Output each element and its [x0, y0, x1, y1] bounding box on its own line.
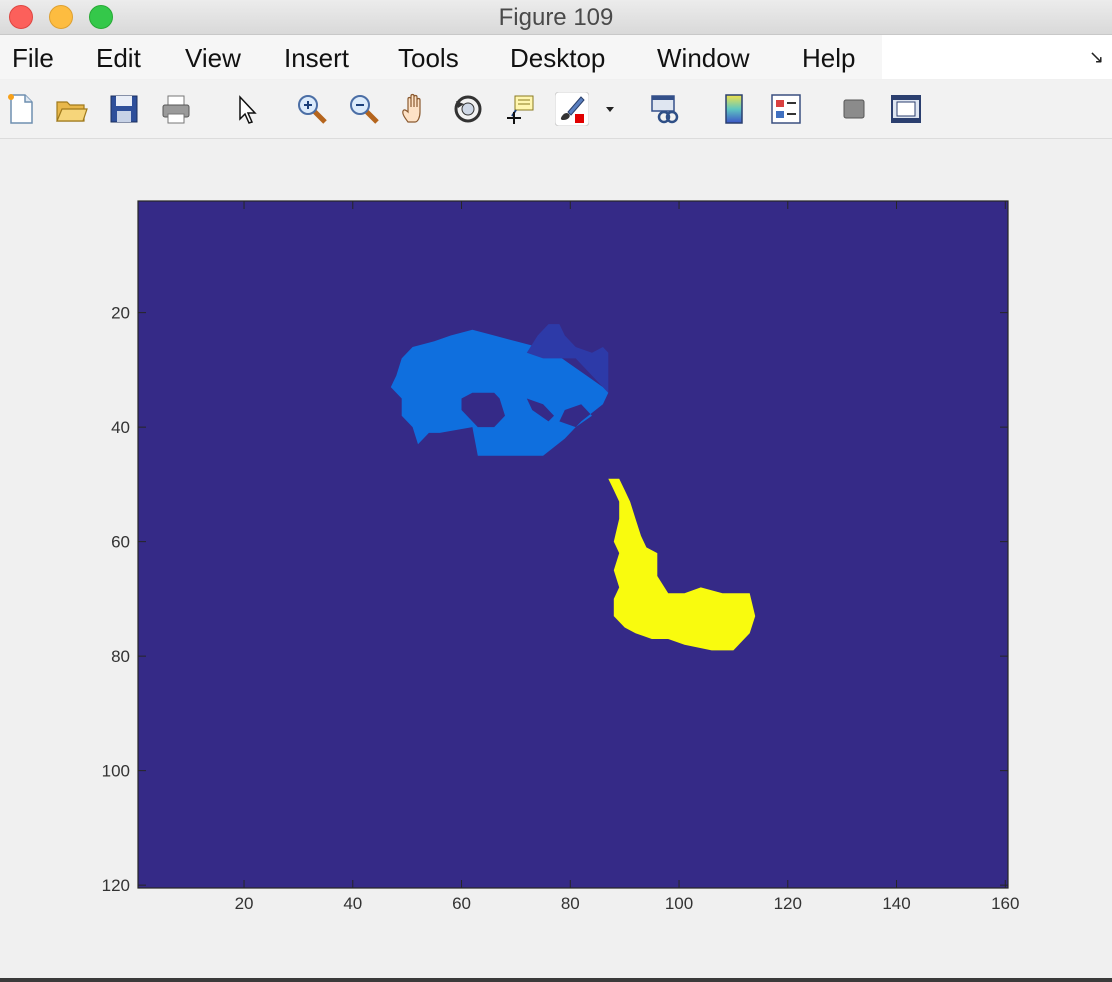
brush-icon[interactable] [555, 92, 589, 126]
show-plot-tools-icon[interactable] [889, 92, 923, 126]
open-file-icon[interactable] [54, 92, 88, 126]
menu-edit[interactable]: Edit [96, 43, 141, 74]
menu-help[interactable]: Help [802, 43, 855, 74]
new-figure-icon[interactable] [4, 92, 38, 126]
image-background [138, 201, 1008, 888]
menu-view[interactable]: View [185, 43, 241, 74]
y-tick-label: 100 [102, 762, 130, 781]
save-icon[interactable] [107, 92, 141, 126]
x-tick-label: 120 [774, 894, 802, 913]
y-tick-label: 120 [102, 876, 130, 895]
zoom-out-icon[interactable] [347, 92, 381, 126]
x-tick-label: 20 [235, 894, 254, 913]
menu-file[interactable]: File [12, 43, 54, 74]
x-tick-label: 160 [991, 894, 1019, 913]
y-tick-label: 60 [111, 533, 130, 552]
menu-desktop[interactable]: Desktop [510, 43, 605, 74]
legend-icon[interactable] [769, 92, 803, 126]
menu-bar: File Edit View Insert Tools Desktop Wind… [0, 35, 1112, 79]
menu-tools[interactable]: Tools [398, 43, 459, 74]
menu-window[interactable]: Window [657, 43, 749, 74]
menu-bar-blank [882, 35, 1112, 79]
window-titlebar: Figure 109 [0, 0, 1112, 35]
hide-plot-tools-icon[interactable] [837, 92, 871, 126]
y-tick-label: 80 [111, 647, 130, 666]
toolbar [0, 80, 1112, 139]
x-tick-label: 80 [561, 894, 580, 913]
data-cursor-icon[interactable] [503, 92, 537, 126]
window-bottom-edge [0, 978, 1112, 982]
brush-dropdown-icon[interactable] [603, 92, 617, 126]
dock-arrow-icon[interactable]: ↘ [1089, 47, 1104, 68]
rotate-3d-icon[interactable] [451, 92, 485, 126]
y-tick-label: 40 [111, 418, 130, 437]
pan-icon[interactable] [399, 92, 433, 126]
window-title: Figure 109 [498, 4, 614, 31]
y-tick-label: 20 [111, 304, 130, 323]
x-tick-label: 40 [343, 894, 362, 913]
menu-insert[interactable]: Insert [284, 43, 349, 74]
zoom-in-icon[interactable] [295, 92, 329, 126]
colorbar-icon[interactable] [717, 92, 751, 126]
pointer-icon[interactable] [230, 92, 264, 126]
image-plot[interactable]: 20 40 60 80 100 120 140 160 20 40 60 80 100 120 [0, 139, 1112, 979]
print-icon[interactable] [159, 92, 193, 126]
x-tick-label: 100 [665, 894, 693, 913]
link-plot-icon[interactable] [649, 92, 683, 126]
x-tick-label: 60 [452, 894, 471, 913]
figure-canvas: 20 40 60 80 100 120 140 160 20 40 60 80 100 120 [0, 139, 1112, 979]
x-tick-label: 140 [882, 894, 910, 913]
